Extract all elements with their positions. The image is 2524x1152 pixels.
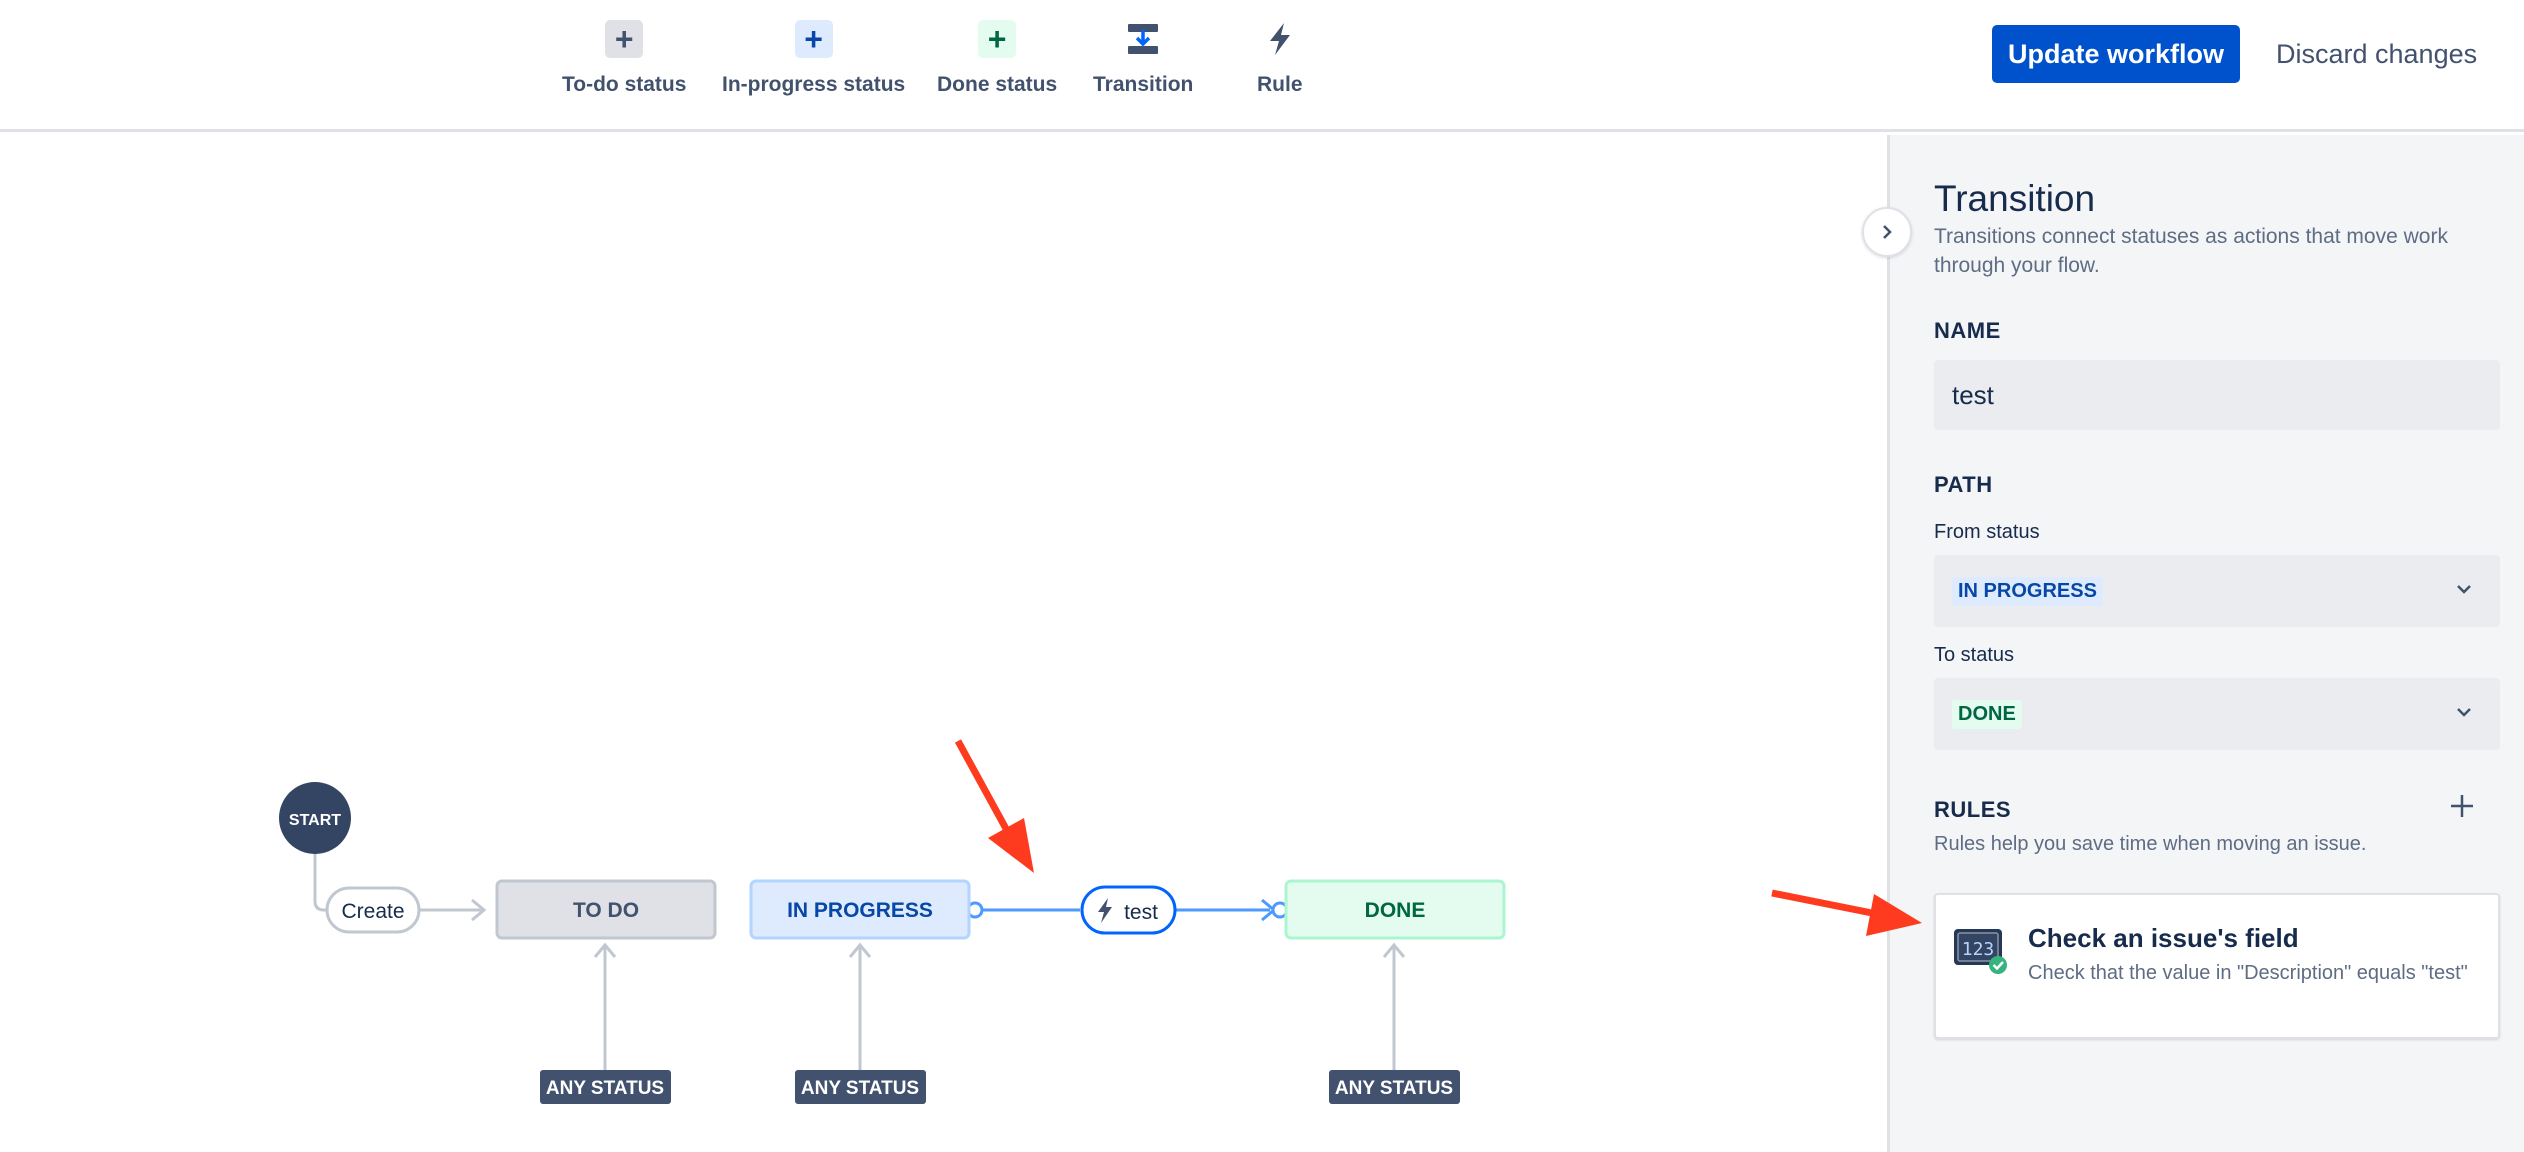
rule-title: Check an issue's field [2028, 923, 2299, 953]
plus-icon: + [794, 20, 833, 58]
add-rule-tool[interactable]: Rule [1257, 20, 1303, 97]
rule-description: Check that the value in "Description" eq… [2028, 962, 2468, 984]
rule-card[interactable]: 123 Check an issue's field Check that th… [1934, 893, 2500, 1039]
add-done-status-tool[interactable]: + Done status [937, 20, 1057, 97]
workflow-toolbar: + To-do status + In-progress status + Do… [0, 0, 2524, 132]
tool-label: In-progress status [722, 73, 906, 96]
add-in-progress-status-tool[interactable]: + In-progress status [722, 20, 905, 97]
collapse-panel-button[interactable] [1862, 207, 1912, 257]
tool-label: Done status [937, 73, 1058, 96]
discard-changes-button[interactable]: Discard changes [2262, 25, 2491, 83]
panel-description: Transitions connect statuses as actions … [1934, 225, 2448, 277]
transition-name-input[interactable] [1934, 360, 2500, 430]
status-label: IN PROGRESS [787, 899, 933, 922]
name-heading: NAME [1934, 318, 2001, 343]
plus-icon: + [978, 20, 1017, 58]
test-transition[interactable]: test [1080, 885, 1177, 935]
any-status-label: ANY STATUS [546, 1078, 664, 1099]
any-status-label: ANY STATUS [1335, 1078, 1453, 1099]
status-label: DONE [1365, 899, 1426, 922]
status-done[interactable]: DONE [1284, 879, 1506, 940]
status-todo[interactable]: TO DO [495, 879, 717, 940]
from-status-label: From status [1934, 521, 2040, 543]
svg-text:123: 123 [1962, 939, 1995, 960]
from-status-select[interactable]: IN PROGRESS [1934, 555, 2500, 627]
plus-icon [2451, 795, 2473, 817]
panel-title: Transition [1934, 178, 2096, 219]
any-status-badge[interactable]: ANY STATUS [1329, 1070, 1460, 1104]
start-node[interactable]: START [279, 782, 351, 854]
tool-label: To-do status [562, 73, 687, 96]
transition-icon [1124, 20, 1162, 58]
status-label: TO DO [573, 899, 639, 922]
plus-icon: + [605, 20, 644, 58]
status-in-progress[interactable]: IN PROGRESS [749, 879, 971, 940]
any-status-badge[interactable]: ANY STATUS [795, 1070, 926, 1104]
create-transition[interactable]: Create [325, 886, 421, 934]
transition-label: test [1124, 901, 1158, 924]
any-status-badge[interactable]: ANY STATUS [540, 1070, 671, 1104]
add-rule-button[interactable] [2444, 788, 2480, 824]
update-workflow-button[interactable]: Update workflow [1992, 25, 2240, 83]
path-heading: PATH [1934, 472, 1993, 497]
chevron-right-icon [1883, 225, 1892, 239]
tool-label: Transition [1093, 73, 1194, 96]
add-transition-tool[interactable]: Transition [1093, 20, 1193, 97]
lightning-icon [1261, 20, 1299, 58]
rules-heading: RULES [1934, 797, 2012, 822]
from-status-lozenge: IN PROGRESS [1952, 576, 2103, 606]
to-status-label: To status [1934, 644, 2015, 666]
to-status-lozenge: DONE [1952, 699, 2022, 729]
add-todo-status-tool[interactable]: + To-do status [562, 20, 686, 97]
chevron-down-icon [2457, 585, 2471, 594]
field-check-icon: 123 [1954, 929, 2007, 974]
any-status-label: ANY STATUS [801, 1078, 919, 1099]
start-label: START [289, 812, 341, 829]
tool-label: Rule [1257, 73, 1303, 96]
workflow-canvas[interactable]: START Create TO DO IN PROGRESS test DONE [0, 135, 1887, 1152]
rules-description: Rules help you save time when moving an … [1934, 833, 2367, 855]
to-status-select[interactable]: DONE [1934, 678, 2500, 750]
workflow-diagram: START Create TO DO IN PROGRESS test DONE [279, 782, 1506, 1104]
create-label: Create [341, 900, 404, 923]
chevron-down-icon [2457, 708, 2471, 717]
